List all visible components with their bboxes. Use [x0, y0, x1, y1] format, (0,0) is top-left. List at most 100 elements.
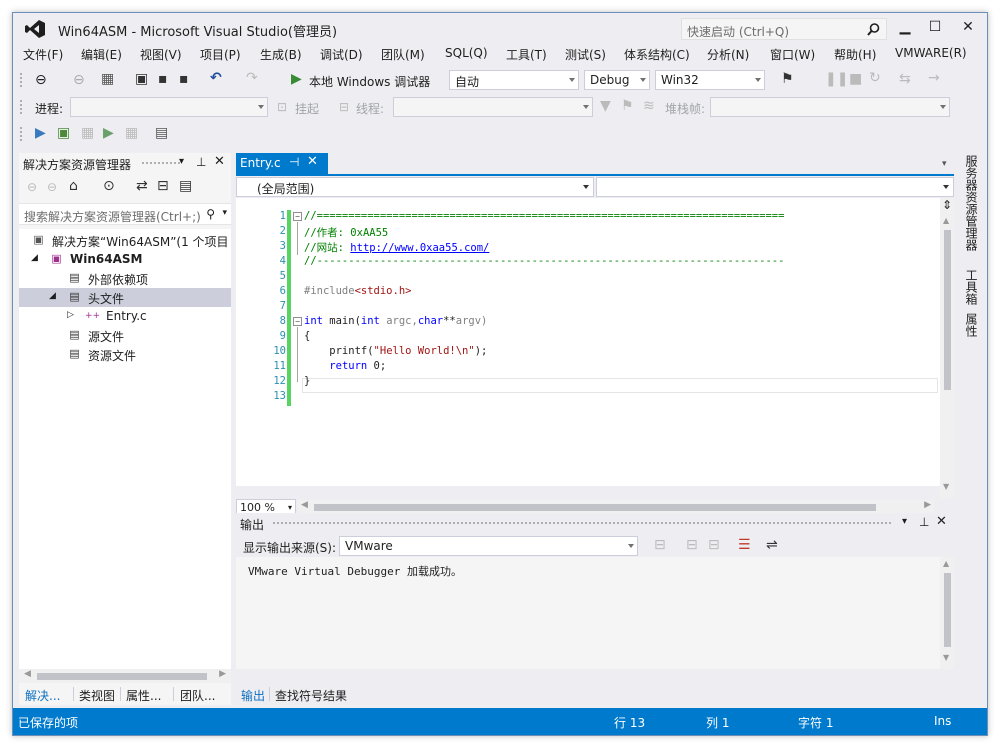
toolbar-grip[interactable]: [19, 126, 23, 142]
code-area[interactable]: 1 2 3 4 5 6 7 8 9 10 11 12 13 − − //====…: [236, 198, 940, 486]
tab-output[interactable]: 输出: [241, 687, 265, 704]
panel-grip[interactable]: [272, 521, 892, 526]
output-vertical-scrollbar[interactable]: ▲ ▼: [940, 557, 954, 669]
doc-tab-entry-c[interactable]: Entry.c ⊣ ✕: [236, 153, 328, 174]
scrollbar-thumb[interactable]: [944, 573, 951, 647]
tab-team[interactable]: 团队...: [180, 687, 215, 704]
panel-menu-icon[interactable]: ▾: [902, 516, 907, 527]
vm-stop-icon[interactable]: ▦: [125, 125, 138, 141]
menu-team[interactable]: 团队(M): [381, 46, 425, 63]
new-project-icon[interactable]: ▦: [101, 71, 114, 87]
split-window-icon[interactable]: ⇕: [942, 198, 952, 212]
scrollbar-thumb[interactable]: [314, 504, 876, 511]
scroll-down-icon[interactable]: ▼: [943, 482, 949, 491]
collapsed-icon[interactable]: ▷: [67, 310, 74, 320]
scroll-right-icon[interactable]: ▶: [219, 669, 226, 679]
horizontal-scrollbar[interactable]: ◀ ▶: [19, 669, 231, 683]
vm-start-icon[interactable]: ▶: [35, 125, 46, 141]
close-icon[interactable]: ✕: [936, 514, 947, 529]
tab-properties[interactable]: 属性...: [126, 687, 161, 704]
start-debug-icon[interactable]: ▶: [291, 71, 302, 87]
tree-item-external-deps[interactable]: ▤ 外部依赖项: [19, 269, 231, 288]
back-icon[interactable]: ⊖: [35, 72, 47, 88]
menu-project[interactable]: 项目(P): [200, 46, 241, 63]
tree-item-header-files[interactable]: ◢ ▤ 头文件: [19, 288, 231, 307]
tree-item-source-files[interactable]: ▤ 源文件: [19, 326, 231, 345]
tree-item-resource-files[interactable]: ▤ 资源文件: [19, 345, 231, 364]
menu-edit[interactable]: 编辑(E): [81, 46, 122, 63]
scope-select[interactable]: (全局范围): [236, 177, 594, 197]
tab-class-view[interactable]: 类视图: [79, 687, 115, 704]
close-icon[interactable]: ✕: [214, 154, 225, 169]
menu-view[interactable]: 视图(V): [140, 46, 182, 63]
member-select[interactable]: [596, 177, 954, 197]
scrollbar-thumb[interactable]: [37, 673, 207, 680]
menu-file[interactable]: 文件(F): [23, 46, 63, 63]
forward-icon[interactable]: ⊖: [47, 179, 57, 195]
menu-sql[interactable]: SQL(Q): [445, 46, 488, 60]
scroll-left-icon[interactable]: ◀: [301, 500, 308, 510]
attach-process-icon[interactable]: ⚑: [781, 71, 794, 87]
close-tab-icon[interactable]: ✕: [307, 154, 318, 169]
save-all-icon[interactable]: ▪: [179, 71, 189, 87]
filter-icon[interactable]: ▼: [600, 98, 611, 114]
forward-icon[interactable]: ⊖: [73, 72, 85, 88]
menu-architecture[interactable]: 体系结构(C): [624, 46, 690, 63]
toolbar-grip[interactable]: [19, 99, 23, 115]
open-file-icon[interactable]: ▣: [135, 71, 148, 87]
tab-overflow-icon[interactable]: ▾: [942, 159, 947, 169]
flag-thread-icon[interactable]: ⚑: [621, 98, 634, 114]
menu-test[interactable]: 测试(S): [565, 46, 606, 63]
collapse-region-icon[interactable]: −: [293, 212, 302, 221]
menu-tools[interactable]: 工具(T): [506, 46, 547, 63]
scroll-up-icon[interactable]: ▲: [943, 559, 949, 568]
step-into-icon[interactable]: →: [928, 70, 940, 86]
tab-server-explorer[interactable]: 服务器资源管理器: [963, 155, 980, 251]
prev-message-icon[interactable]: ⊟: [686, 537, 698, 553]
undo-icon[interactable]: ↶: [210, 70, 222, 86]
output-source-select[interactable]: VMware: [339, 536, 638, 556]
vm-settings-icon[interactable]: ▤: [155, 125, 168, 141]
editor-horizontal-scrollbar[interactable]: ◀ ▶: [298, 500, 934, 514]
stop-icon[interactable]: ■: [849, 71, 862, 87]
panel-grip[interactable]: [141, 161, 181, 166]
goto-location-icon[interactable]: ⊟: [654, 537, 666, 553]
tree-item-entry-c[interactable]: ▷ ++ Entry.c: [19, 307, 231, 326]
pending-changes-icon[interactable]: ⊙: [103, 178, 115, 194]
chevron-down-icon[interactable]: ▾: [222, 208, 227, 218]
pin-icon[interactable]: ⊥: [196, 155, 206, 169]
maximize-button[interactable]: ☐: [925, 19, 945, 37]
restart-icon[interactable]: ↻: [869, 70, 881, 86]
vm-attach-icon[interactable]: ▶: [103, 125, 114, 141]
pause-icon[interactable]: ❚❚: [825, 71, 848, 87]
tab-solution-explorer[interactable]: 解决...: [25, 687, 60, 704]
quick-launch-input[interactable]: 快速启动 (Ctrl+Q): [681, 18, 887, 40]
tree-item-solution[interactable]: ▣ 解决方案“Win64ASM”(1 个项目: [19, 231, 231, 250]
scroll-down-icon[interactable]: ▼: [943, 653, 949, 662]
menu-vmware[interactable]: VMWARE(R): [895, 46, 967, 60]
pin-icon[interactable]: ⊣: [289, 155, 299, 169]
menu-build[interactable]: 生成(B): [260, 46, 302, 63]
minimize-button[interactable]: ▁: [895, 19, 915, 37]
suspend-label[interactable]: 挂起: [295, 100, 319, 117]
solution-search-input[interactable]: 搜索解决方案资源管理器(Ctrl+;) ⚲ ▾: [19, 203, 231, 225]
expanded-icon[interactable]: ◢: [49, 291, 56, 301]
expanded-icon[interactable]: ◢: [31, 253, 38, 263]
stackframe-select[interactable]: [710, 97, 950, 117]
scroll-left-icon[interactable]: ◀: [24, 669, 31, 679]
menu-debug[interactable]: 调试(D): [320, 46, 363, 63]
solution-config-auto[interactable]: 自动: [449, 70, 579, 90]
properties-icon[interactable]: ▤: [179, 178, 192, 194]
output-text-area[interactable]: VMware Virtual Debugger 加载成功。: [236, 557, 940, 669]
collapse-region-icon[interactable]: −: [293, 317, 302, 326]
tree-item-project[interactable]: ◢ ▣ Win64ASM: [19, 250, 231, 269]
sync-icon[interactable]: ⇄: [136, 178, 148, 194]
vm-pause-icon[interactable]: ▦: [81, 125, 94, 141]
tab-find-symbol-results[interactable]: 查找符号结果: [275, 687, 347, 704]
editor-vertical-scrollbar[interactable]: ⇕ ▲ ▼: [940, 198, 954, 498]
menu-help[interactable]: 帮助(H): [834, 46, 876, 63]
redo-icon[interactable]: ↷: [246, 70, 258, 86]
save-icon[interactable]: ▪: [158, 71, 168, 87]
pin-icon[interactable]: ⊥: [919, 515, 929, 529]
vm-debug-icon[interactable]: ▣: [57, 125, 70, 141]
